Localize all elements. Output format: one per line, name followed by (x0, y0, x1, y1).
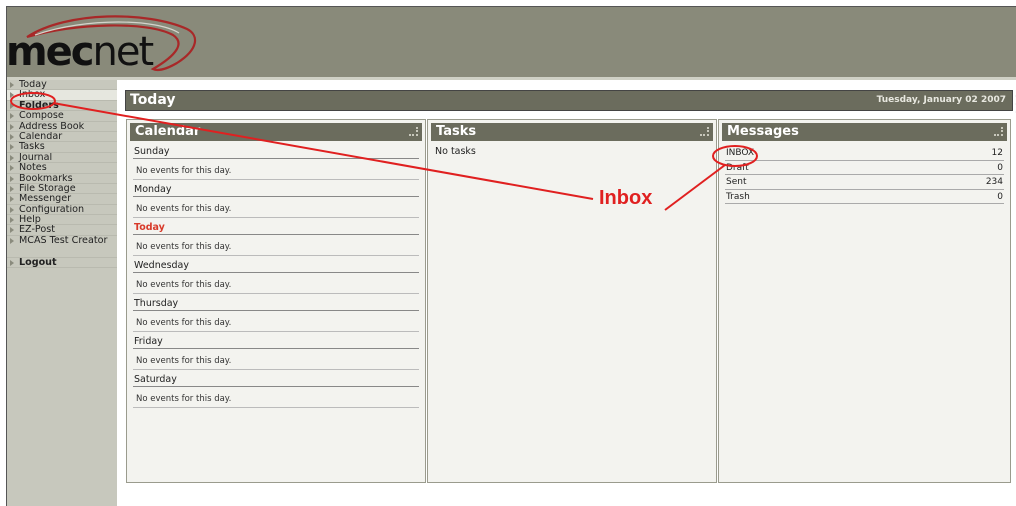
folder-name[interactable]: INBOX (726, 148, 754, 158)
calendar-panel-title: Calendar (135, 124, 201, 139)
sidebar-item-ez-post[interactable]: EZ-Post (7, 225, 117, 236)
day-name[interactable]: Thursday (133, 298, 419, 311)
header-bar: mecnet (7, 7, 1016, 77)
page-title: Today (130, 92, 176, 108)
main-content: Today Tuesday, January 02 2007 ··· Calen… (117, 80, 1016, 506)
sidebar-item-file-storage[interactable]: File Storage (7, 184, 117, 195)
folder-name[interactable]: Sent (726, 177, 746, 187)
logo-text: mecnet (6, 29, 155, 75)
sidebar-nav: Today Inbox Folders Compose Address Book… (7, 80, 117, 506)
folder-count: 12 (991, 148, 1003, 158)
day-name[interactable]: Monday (133, 184, 419, 197)
logo-main-text: mec (6, 29, 95, 75)
sidebar-item-notes[interactable]: Notes (7, 163, 117, 174)
no-tasks-text: No tasks (435, 146, 476, 157)
message-folder-list: INBOX 12 Draft 0 Sent 234 Trash 0 (725, 146, 1004, 204)
sidebar-item-help[interactable]: Help (7, 215, 117, 226)
logo[interactable]: mecnet (7, 15, 207, 77)
day-events: No events for this day. (133, 393, 419, 408)
panel-grip-icon[interactable] (700, 127, 709, 136)
day-events: No events for this day. (133, 355, 419, 370)
messages-panel: Messages INBOX 12 Draft 0 Sent 234 Trash… (718, 119, 1011, 483)
day-events: No events for this day. (133, 203, 419, 218)
panel-grip-icon[interactable] (409, 127, 418, 136)
sidebar-item-messenger[interactable]: Messenger (7, 194, 117, 205)
day-name[interactable]: Friday (133, 336, 419, 349)
sidebar-item-configuration[interactable]: Configuration (7, 205, 117, 216)
folder-row-sent[interactable]: Sent 234 (725, 175, 1004, 190)
sidebar-item-mcas-test-creator[interactable]: MCAS Test Creator (7, 236, 117, 258)
page-date: Tuesday, January 02 2007 (876, 95, 1006, 105)
folder-row-inbox[interactable]: INBOX 12 (725, 146, 1004, 161)
calendar-day-list: Sunday No events for this day. Monday No… (133, 146, 419, 412)
sidebar-item-journal[interactable]: Journal (7, 153, 117, 164)
day-name[interactable]: Saturday (133, 374, 419, 387)
sidebar-item-today[interactable]: Today (7, 80, 117, 91)
messages-panel-title: Messages (727, 124, 799, 139)
annotation-callout-label: Inbox (599, 187, 653, 209)
day-events: No events for this day. (133, 241, 419, 256)
folder-name[interactable]: Draft (726, 163, 749, 173)
panel-grip-icon[interactable] (994, 127, 1003, 136)
sidebar-item-folders[interactable]: Folders (7, 101, 117, 112)
sidebar-item-inbox[interactable]: Inbox (7, 90, 117, 101)
day-name-today[interactable]: Today (133, 222, 419, 235)
day-events: No events for this day. (133, 279, 419, 294)
folder-count: 234 (985, 177, 1003, 187)
logo-suffix-text: net (92, 29, 155, 75)
folder-count: 0 (997, 162, 1003, 173)
sidebar-item-tasks[interactable]: Tasks (7, 142, 117, 153)
day-events: No events for this day. (133, 165, 419, 180)
folder-row-draft[interactable]: Draft 0 (725, 161, 1004, 175)
sidebar-item-calendar[interactable]: Calendar (7, 132, 117, 143)
calendar-panel: Calendar Sunday No events for this day. … (126, 119, 426, 483)
tasks-panel: Tasks No tasks (427, 119, 717, 483)
day-name[interactable]: Wednesday (133, 260, 419, 273)
messages-panel-header: Messages (722, 123, 1007, 141)
tasks-list: No tasks (434, 146, 710, 157)
folder-row-trash[interactable]: Trash 0 (725, 190, 1004, 204)
folder-count: 0 (997, 191, 1003, 202)
sidebar-item-bookmarks[interactable]: Bookmarks (7, 174, 117, 184)
tasks-panel-header: Tasks (431, 123, 713, 141)
calendar-panel-header: Calendar (130, 123, 422, 141)
tasks-panel-title: Tasks (436, 124, 477, 139)
folder-name[interactable]: Trash (726, 192, 750, 202)
sidebar-item-logout[interactable]: Logout (7, 258, 117, 269)
day-events: No events for this day. (133, 317, 419, 332)
sidebar-item-address-book[interactable]: Address Book (7, 122, 117, 132)
panels-area: Calendar Sunday No events for this day. … (126, 119, 1011, 483)
day-name[interactable]: Sunday (133, 146, 419, 159)
sidebar-item-compose[interactable]: Compose (7, 111, 117, 122)
app-window: mecnet Today Inbox Folders Compose Addre… (6, 6, 1016, 506)
page-title-bar: Today Tuesday, January 02 2007 (125, 90, 1013, 111)
